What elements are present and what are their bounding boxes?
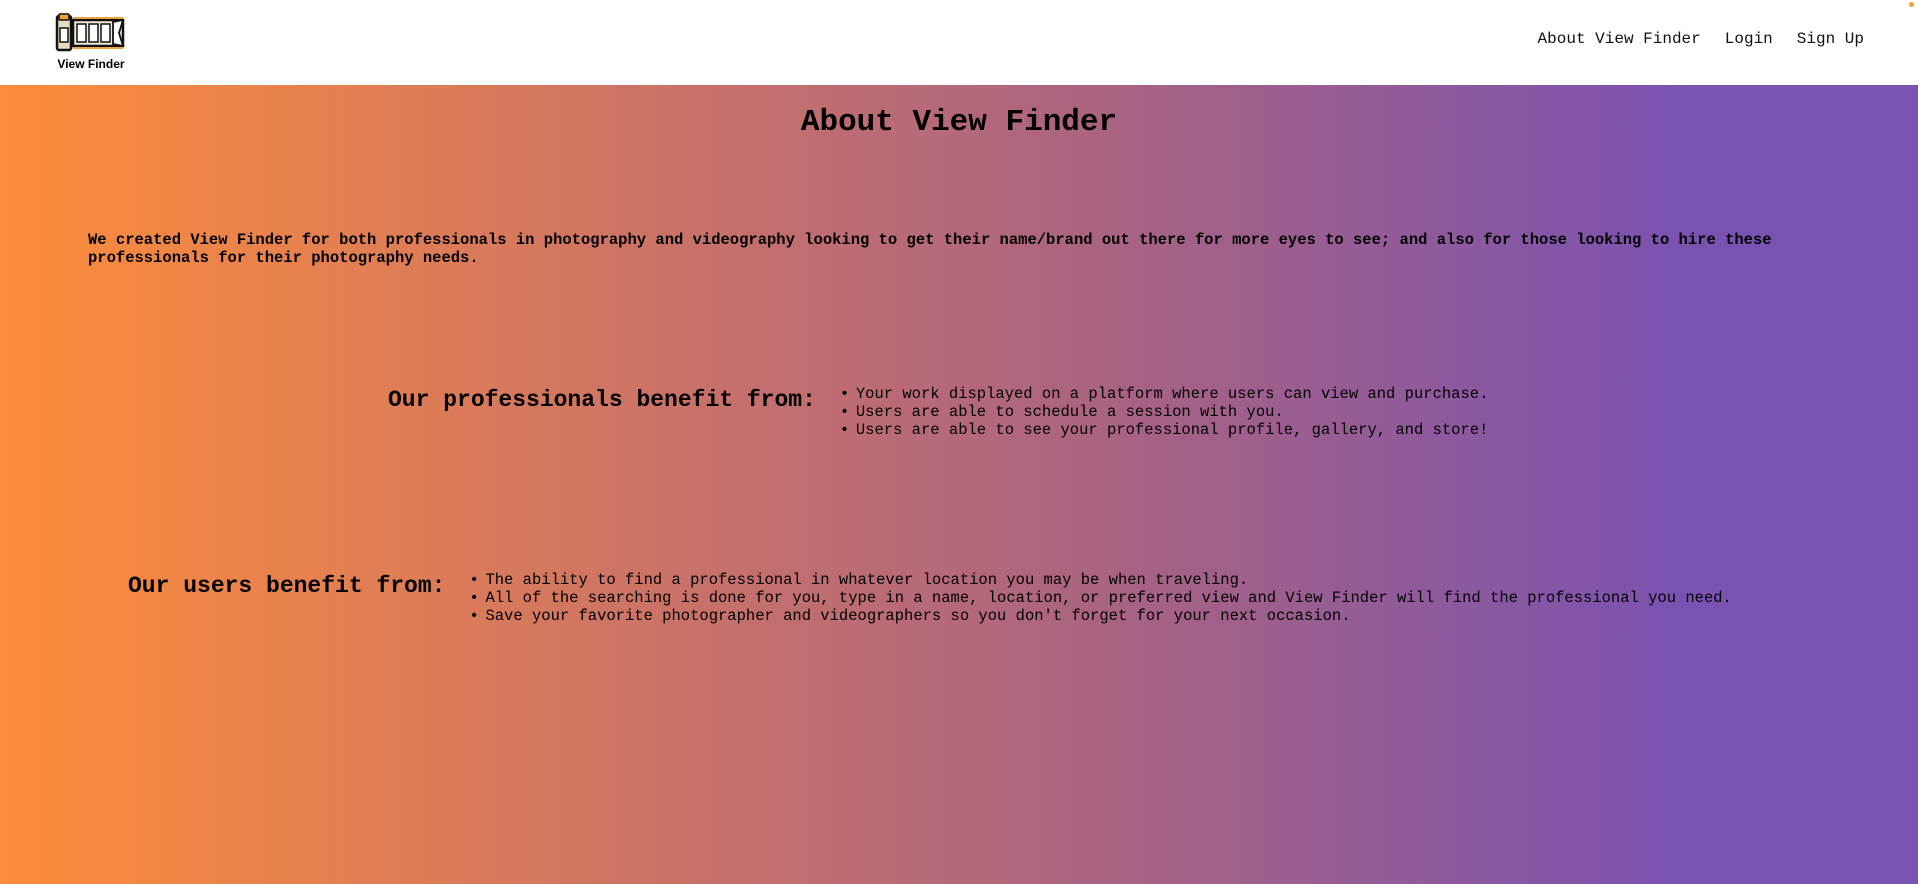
users-benefits: Our users benefit from: The ability to f… (128, 571, 1732, 625)
professionals-benefits: Our professionals benefit from: Your wor… (388, 385, 1488, 439)
list-item: Users are able to see your professional … (840, 421, 1489, 439)
nav-link-login[interactable]: Login (1725, 30, 1773, 48)
list-item: Save your favorite photographer and vide… (469, 607, 1731, 625)
list-item: All of the searching is done for you, ty… (469, 589, 1731, 607)
professionals-benefits-list: Your work displayed on a platform where … (840, 385, 1489, 439)
page-title: About View Finder (800, 105, 1118, 140)
list-item: Users are able to schedule a session wit… (840, 403, 1489, 421)
about-section: About View Finder We created View Finder… (0, 85, 1918, 884)
logo-text: View Finder (57, 57, 125, 71)
list-item: The ability to find a professional in wh… (469, 571, 1731, 589)
camera-film-logo-icon (55, 13, 125, 52)
users-benefits-heading: Our users benefit from: (128, 573, 446, 599)
nav-link-about[interactable]: About View Finder (1538, 30, 1701, 48)
main-nav: About View Finder Login Sign Up (1538, 30, 1864, 48)
list-item: Your work displayed on a platform where … (840, 385, 1489, 403)
nav-link-sign-up[interactable]: Sign Up (1797, 30, 1864, 48)
intro-paragraph: We created View Finder for both professi… (88, 231, 1772, 267)
top-navbar: View Finder About View Finder Login Sign… (0, 0, 1918, 85)
site-logo[interactable]: View Finder (55, 12, 127, 74)
users-benefits-list: The ability to find a professional in wh… (469, 571, 1731, 625)
professionals-benefits-heading: Our professionals benefit from: (388, 387, 816, 413)
corner-indicator-dot (1909, 2, 1914, 7)
